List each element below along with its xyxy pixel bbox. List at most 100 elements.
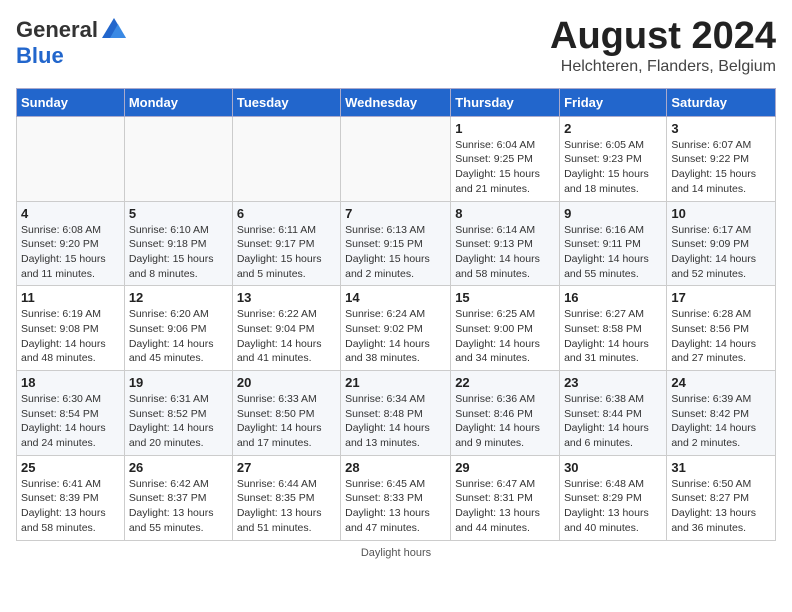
month-year: August 2024 (550, 16, 776, 58)
calendar-day-header: Friday (560, 88, 667, 116)
calendar-cell: 8 Sunrise: 6:14 AM Sunset: 9:13 PM Daylig… (451, 201, 560, 286)
calendar-cell: 26 Sunrise: 6:42 AM Sunset: 8:37 PM Dayli… (124, 455, 232, 540)
calendar-week-row: 25Sunrise: 6:41 AM Sunset: 8:39 PM Dayli… (17, 455, 776, 540)
calendar-week-row: 18 Sunrise: 6:30 AM Sunset: 8:54 PM Dayli… (17, 371, 776, 456)
calendar-cell: 17Sunrise: 6:28 AM Sunset: 8:56 PM Dayli… (667, 286, 776, 371)
calendar-cell: 16Sunrise: 6:27 AM Sunset: 8:58 PM Dayli… (560, 286, 667, 371)
calendar-cell: 18 Sunrise: 6:30 AM Sunset: 8:54 PM Dayli… (17, 371, 125, 456)
day-number: 27 (237, 460, 336, 475)
day-info: Sunrise: 6:07 AM Sunset: 9:22 PM Dayligh… (671, 138, 771, 197)
day-number: 3 (671, 121, 771, 136)
title-area: August 2024 Helchteren, Flanders, Belgiu… (550, 16, 776, 76)
calendar-cell: 1 Sunrise: 6:04 AM Sunset: 9:25 PM Daylig… (451, 116, 560, 201)
calendar-cell: 21 Sunrise: 6:34 AM Sunset: 8:48 PM Dayli… (341, 371, 451, 456)
day-info: Sunrise: 6:38 AM Sunset: 8:44 PM Dayligh… (564, 392, 662, 451)
calendar-cell: 15Sunrise: 6:25 AM Sunset: 9:00 PM Dayli… (451, 286, 560, 371)
calendar-cell: 22 Sunrise: 6:36 AM Sunset: 8:46 PM Dayli… (451, 371, 560, 456)
day-number: 28 (345, 460, 446, 475)
day-number: 1 (455, 121, 555, 136)
location: Helchteren, Flanders, Belgium (550, 58, 776, 76)
day-info: Sunrise: 6:45 AM Sunset: 8:33 PM Dayligh… (345, 477, 446, 536)
calendar-cell: 7 Sunrise: 6:13 AM Sunset: 9:15 PM Daylig… (341, 201, 451, 286)
calendar-cell: 28 Sunrise: 6:45 AM Sunset: 8:33 PM Dayli… (341, 455, 451, 540)
day-info: Sunrise: 6:04 AM Sunset: 9:25 PM Dayligh… (455, 138, 555, 197)
day-info: Sunrise: 6:34 AM Sunset: 8:48 PM Dayligh… (345, 392, 446, 451)
day-info: Sunrise: 6:42 AM Sunset: 8:37 PM Dayligh… (129, 477, 228, 536)
day-number: 5 (129, 206, 228, 221)
day-number: 10 (671, 206, 771, 221)
calendar-cell (232, 116, 340, 201)
day-info: Sunrise: 6:19 AM Sunset: 9:08 PM Dayligh… (21, 307, 120, 366)
calendar-day-header: Monday (124, 88, 232, 116)
calendar-cell: 14 Sunrise: 6:24 AM Sunset: 9:02 PM Dayli… (341, 286, 451, 371)
day-info: Sunrise: 6:31 AM Sunset: 8:52 PM Dayligh… (129, 392, 228, 451)
day-info: Sunrise: 6:30 AM Sunset: 8:54 PM Dayligh… (21, 392, 120, 451)
day-number: 13 (237, 290, 336, 305)
day-info: Sunrise: 6:11 AM Sunset: 9:17 PM Dayligh… (237, 223, 336, 282)
day-number: 26 (129, 460, 228, 475)
logo-icon (100, 16, 128, 44)
day-info: Sunrise: 6:16 AM Sunset: 9:11 PM Dayligh… (564, 223, 662, 282)
day-info: Sunrise: 6:44 AM Sunset: 8:35 PM Dayligh… (237, 477, 336, 536)
calendar-day-header: Sunday (17, 88, 125, 116)
day-number: 18 (21, 375, 120, 390)
calendar-header-row: SundayMondayTuesdayWednesdayThursdayFrid… (17, 88, 776, 116)
day-info: Sunrise: 6:47 AM Sunset: 8:31 PM Dayligh… (455, 477, 555, 536)
calendar-week-row: 4Sunrise: 6:08 AM Sunset: 9:20 PM Daylig… (17, 201, 776, 286)
calendar-day-header: Saturday (667, 88, 776, 116)
calendar-cell: 6 Sunrise: 6:11 AM Sunset: 9:17 PM Daylig… (232, 201, 340, 286)
calendar-table: SundayMondayTuesdayWednesdayThursdayFrid… (16, 88, 776, 541)
calendar-cell (341, 116, 451, 201)
calendar-cell: 25Sunrise: 6:41 AM Sunset: 8:39 PM Dayli… (17, 455, 125, 540)
page-header: General Blue August 2024 Helchteren, Fla… (16, 16, 776, 76)
day-number: 9 (564, 206, 662, 221)
day-number: 31 (671, 460, 771, 475)
calendar-week-row: 11 Sunrise: 6:19 AM Sunset: 9:08 PM Dayli… (17, 286, 776, 371)
day-number: 15 (455, 290, 555, 305)
day-number: 22 (455, 375, 555, 390)
day-number: 2 (564, 121, 662, 136)
day-number: 19 (129, 375, 228, 390)
calendar-cell: 24 Sunrise: 6:39 AM Sunset: 8:42 PM Dayli… (667, 371, 776, 456)
calendar-cell: 5 Sunrise: 6:10 AM Sunset: 9:18 PM Daylig… (124, 201, 232, 286)
day-number: 6 (237, 206, 336, 221)
calendar-week-row: 1 Sunrise: 6:04 AM Sunset: 9:25 PM Daylig… (17, 116, 776, 201)
day-info: Sunrise: 6:48 AM Sunset: 8:29 PM Dayligh… (564, 477, 662, 536)
day-info: Sunrise: 6:28 AM Sunset: 8:56 PM Dayligh… (671, 307, 771, 366)
logo: General Blue (16, 16, 128, 68)
day-number: 21 (345, 375, 446, 390)
calendar-cell: 4Sunrise: 6:08 AM Sunset: 9:20 PM Daylig… (17, 201, 125, 286)
day-info: Sunrise: 6:10 AM Sunset: 9:18 PM Dayligh… (129, 223, 228, 282)
calendar-cell: 9 Sunrise: 6:16 AM Sunset: 9:11 PM Daylig… (560, 201, 667, 286)
day-info: Sunrise: 6:20 AM Sunset: 9:06 PM Dayligh… (129, 307, 228, 366)
logo-general: General (16, 18, 98, 42)
calendar-cell (17, 116, 125, 201)
calendar-cell: 10Sunrise: 6:17 AM Sunset: 9:09 PM Dayli… (667, 201, 776, 286)
day-info: Sunrise: 6:50 AM Sunset: 8:27 PM Dayligh… (671, 477, 771, 536)
day-info: Sunrise: 6:36 AM Sunset: 8:46 PM Dayligh… (455, 392, 555, 451)
calendar-cell: 30Sunrise: 6:48 AM Sunset: 8:29 PM Dayli… (560, 455, 667, 540)
day-info: Sunrise: 6:39 AM Sunset: 8:42 PM Dayligh… (671, 392, 771, 451)
logo-blue: Blue (16, 44, 128, 68)
day-number: 25 (21, 460, 120, 475)
day-number: 7 (345, 206, 446, 221)
day-info: Sunrise: 6:24 AM Sunset: 9:02 PM Dayligh… (345, 307, 446, 366)
calendar-day-header: Wednesday (341, 88, 451, 116)
day-number: 11 (21, 290, 120, 305)
day-info: Sunrise: 6:22 AM Sunset: 9:04 PM Dayligh… (237, 307, 336, 366)
day-number: 23 (564, 375, 662, 390)
day-info: Sunrise: 6:08 AM Sunset: 9:20 PM Dayligh… (21, 223, 120, 282)
calendar-cell: 19 Sunrise: 6:31 AM Sunset: 8:52 PM Dayli… (124, 371, 232, 456)
calendar-day-header: Tuesday (232, 88, 340, 116)
day-info: Sunrise: 6:05 AM Sunset: 9:23 PM Dayligh… (564, 138, 662, 197)
calendar-cell: 13 Sunrise: 6:22 AM Sunset: 9:04 PM Dayli… (232, 286, 340, 371)
day-info: Sunrise: 6:33 AM Sunset: 8:50 PM Dayligh… (237, 392, 336, 451)
day-info: Sunrise: 6:14 AM Sunset: 9:13 PM Dayligh… (455, 223, 555, 282)
day-number: 24 (671, 375, 771, 390)
calendar-cell: 20Sunrise: 6:33 AM Sunset: 8:50 PM Dayli… (232, 371, 340, 456)
day-info: Sunrise: 6:13 AM Sunset: 9:15 PM Dayligh… (345, 223, 446, 282)
day-number: 14 (345, 290, 446, 305)
calendar-cell: 27 Sunrise: 6:44 AM Sunset: 8:35 PM Dayli… (232, 455, 340, 540)
day-number: 8 (455, 206, 555, 221)
calendar-cell: 2 Sunrise: 6:05 AM Sunset: 9:23 PM Daylig… (560, 116, 667, 201)
